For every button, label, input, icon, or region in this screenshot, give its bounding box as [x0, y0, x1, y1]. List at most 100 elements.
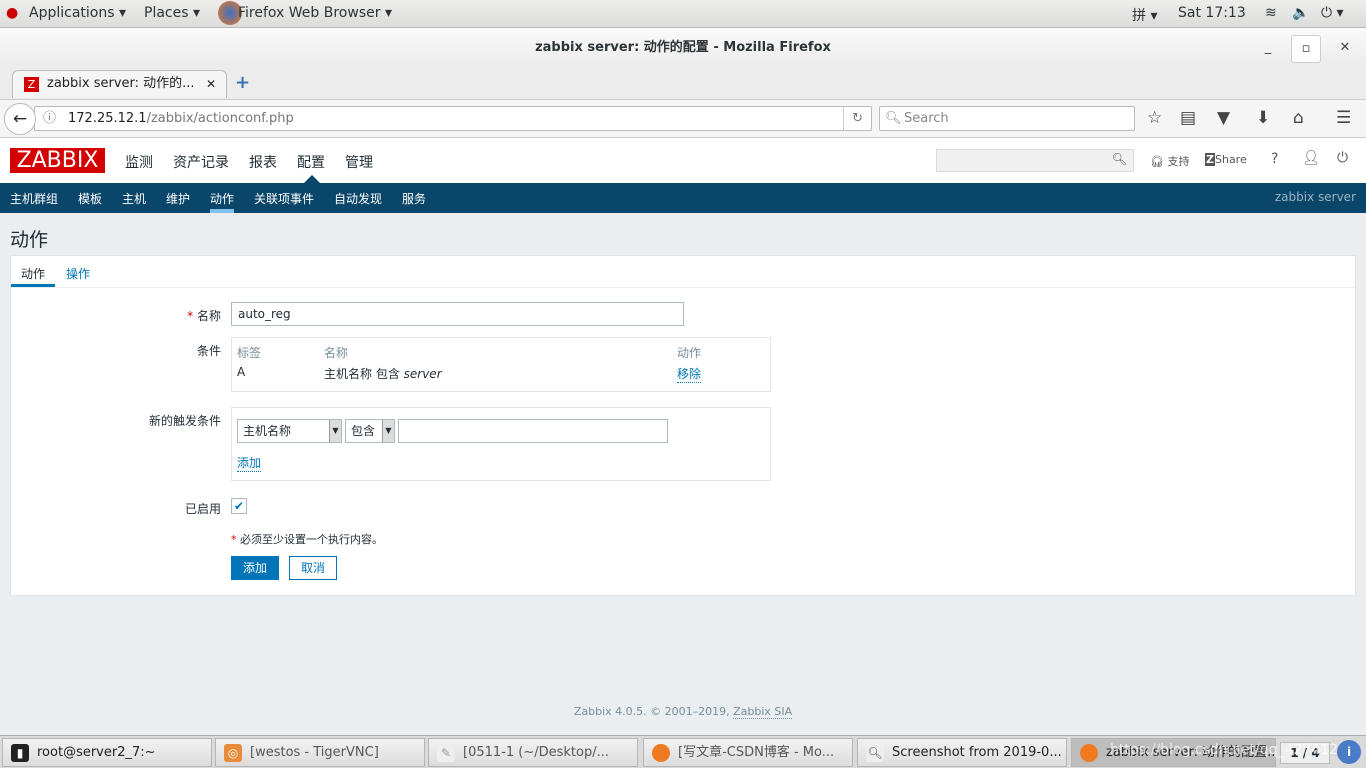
condition-operator-select[interactable]: 包含 ▼	[345, 419, 395, 443]
remove-condition-link[interactable]: 移除	[677, 365, 702, 383]
url-bar[interactable]: ⓘ 172.25.12.1/zabbix/actionconf.php ↻	[34, 106, 872, 131]
ime-label: 拼	[1132, 8, 1146, 24]
user-profile-icon[interactable]: 👤︎	[1302, 150, 1320, 166]
search-bar[interactable]: 🔍︎ Search	[879, 106, 1135, 131]
search-icon: 🔍︎	[885, 111, 902, 126]
warning-message: * 必须至少设置一个执行内容。	[231, 533, 383, 546]
menu-inventory[interactable]: 资产记录	[173, 152, 229, 172]
places-menu[interactable]: Places ▾	[144, 5, 200, 21]
name-input[interactable]: auto_reg	[231, 302, 684, 326]
cancel-button[interactable]: 取消	[289, 556, 337, 580]
condition-name: 主机名称 包含 server	[324, 367, 442, 381]
downloads-icon[interactable]: ⬇	[1256, 108, 1270, 128]
zabbix-sia-link[interactable]: Zabbix SIA	[733, 705, 793, 719]
reload-icon[interactable]: ↻	[843, 107, 863, 130]
menu-monitoring[interactable]: 监测	[125, 152, 153, 172]
applications-menu[interactable]: Applications ▾	[29, 5, 126, 21]
task-tigervnc[interactable]: ◎ [westos - TigerVNC]	[215, 738, 425, 767]
add-condition-link[interactable]: 添加	[237, 454, 262, 472]
reading-list-icon[interactable]: ▤	[1180, 108, 1196, 128]
power-icon[interactable]: ⏻ ▾	[1321, 5, 1344, 21]
back-button[interactable]: ←	[4, 103, 36, 135]
submenu-correlation[interactable]: 关联项事件	[254, 190, 314, 207]
tab-divider	[11, 287, 1355, 288]
condition-type-select[interactable]: 主机名称 ▼	[237, 419, 342, 443]
support-label: 支持	[1167, 155, 1190, 168]
wifi-icon[interactable]: ≋	[1265, 5, 1277, 21]
close-tab-icon[interactable]: ✕	[206, 71, 216, 97]
submenu-actions[interactable]: 动作	[210, 190, 234, 207]
url-host: 172.25.12.1	[68, 111, 147, 126]
server-name: zabbix server	[1274, 190, 1356, 204]
help-link[interactable]: ?	[1271, 151, 1278, 167]
redhat-icon: ●	[6, 5, 19, 21]
tab-operations[interactable]: 操作	[66, 265, 90, 282]
submenu-hosts[interactable]: 主机	[122, 190, 146, 207]
conditions-label: 条件	[196, 344, 221, 358]
task-editor[interactable]: ✎ [0511-1 (~/Desktop/...	[428, 738, 638, 767]
new-tab-button[interactable]: +	[235, 72, 250, 93]
share-label: Share	[1214, 153, 1247, 166]
minimize-button[interactable]: _	[1253, 35, 1283, 63]
zabbix-favicon: Z	[24, 77, 39, 92]
close-window-button[interactable]: ✕	[1330, 35, 1360, 63]
submenu-services[interactable]: 服务	[402, 190, 426, 207]
taskbar: ▮ root@server2_7:~ ◎ [westos - TigerVNC] ✎…	[0, 735, 1366, 768]
share-icon: Z	[1205, 153, 1215, 166]
dropdown-arrow-icon: ▼	[329, 420, 341, 442]
terminal-icon: ▮	[11, 744, 29, 762]
task-csdn-firefox[interactable]: [写文章-CSDN博客 - Mo...	[643, 738, 853, 767]
text-editor-icon: ✎	[437, 744, 455, 762]
column-header-name: 名称	[324, 346, 349, 360]
bookmark-star-icon[interactable]: ☆	[1147, 108, 1162, 128]
enabled-label: 已启用	[184, 502, 221, 516]
app-menu[interactable]: Firefox Web Browser ▾	[238, 5, 392, 21]
column-header-label: 标签	[237, 346, 262, 360]
dropdown-arrow-icon: ▼	[382, 420, 394, 442]
watermark: https://blog.csdn.net/qq_42741201	[1110, 742, 1356, 758]
menu-reports[interactable]: 报表	[249, 152, 277, 172]
menu-hamburger-icon[interactable]: ☰	[1336, 108, 1351, 128]
menu-administration[interactable]: 管理	[345, 152, 373, 172]
clock[interactable]: Sat 17:13	[1178, 5, 1246, 21]
new-condition-label: 新的触发条件	[148, 414, 221, 428]
add-button[interactable]: 添加	[231, 556, 279, 580]
sub-menu: 主机群组 模板 主机 维护 动作 关联项事件 自动发现 服务 zabbix se…	[0, 183, 1366, 213]
enabled-checkbox[interactable]: ✔	[231, 498, 247, 514]
condition-value-input[interactable]	[398, 419, 668, 443]
task-terminal[interactable]: ▮ root@server2_7:~	[2, 738, 212, 767]
input-method-menu[interactable]: 拼 ▾	[1132, 5, 1157, 25]
browser-tab[interactable]: Z zabbix server: 动作的... ✕	[12, 70, 227, 98]
home-icon[interactable]: ⌂	[1293, 108, 1304, 128]
support-link[interactable]: 🎧︎ 支持	[1150, 153, 1189, 169]
zabbix-header: ZABBIX 监测 资产记录 报表 配置 管理 🔍︎ 🎧︎ 支持 ZShare …	[0, 138, 1366, 183]
action-form-panel: 动作 操作 * 名称 auto_reg 条件 标签 名称 动作 A 主机名称 包…	[10, 255, 1356, 596]
global-search-input[interactable]: 🔍︎	[936, 149, 1134, 172]
share-link[interactable]: ZShare	[1205, 153, 1247, 166]
notification-icon[interactable]: i	[1337, 740, 1361, 764]
window-title: zabbix server: 动作的配置 - Mozilla Firefox	[0, 28, 1366, 66]
sign-out-icon[interactable]: ⏻	[1337, 150, 1348, 166]
search-icon[interactable]: 🔍︎	[1112, 152, 1127, 166]
firefox-icon	[1080, 744, 1098, 762]
url-path: /zabbix/actionconf.php	[146, 111, 294, 126]
submenu-maintenance[interactable]: 维护	[166, 190, 190, 207]
condition-label: A	[237, 365, 246, 379]
new-condition-box: 主机名称 ▼ 包含 ▼ 添加	[231, 407, 771, 481]
maximize-button[interactable]: ▫	[1291, 35, 1321, 63]
tab-action[interactable]: 动作	[21, 265, 45, 282]
volume-muted-icon[interactable]: 🔈	[1292, 5, 1309, 21]
footer: Zabbix 4.0.5. © 2001–2019, Zabbix SIA	[573, 705, 793, 719]
pocket-icon[interactable]: ▼	[1217, 108, 1230, 128]
active-menu-indicator	[304, 175, 320, 183]
zabbix-logo[interactable]: ZABBIX	[10, 148, 105, 173]
submenu-discovery[interactable]: 自动发现	[334, 190, 382, 207]
info-icon[interactable]: ⓘ	[43, 107, 56, 130]
task-screenshot[interactable]: 🔍︎ Screenshot from 2019-0...	[857, 738, 1067, 767]
submenu-host-groups[interactable]: 主机群组	[10, 190, 58, 207]
menu-configuration[interactable]: 配置	[297, 152, 325, 172]
search-placeholder: Search	[904, 111, 949, 126]
submenu-templates[interactable]: 模板	[78, 190, 102, 207]
name-label: * 名称	[187, 309, 221, 323]
conditions-table: 标签 名称 动作 A 主机名称 包含 server 移除	[231, 337, 771, 392]
